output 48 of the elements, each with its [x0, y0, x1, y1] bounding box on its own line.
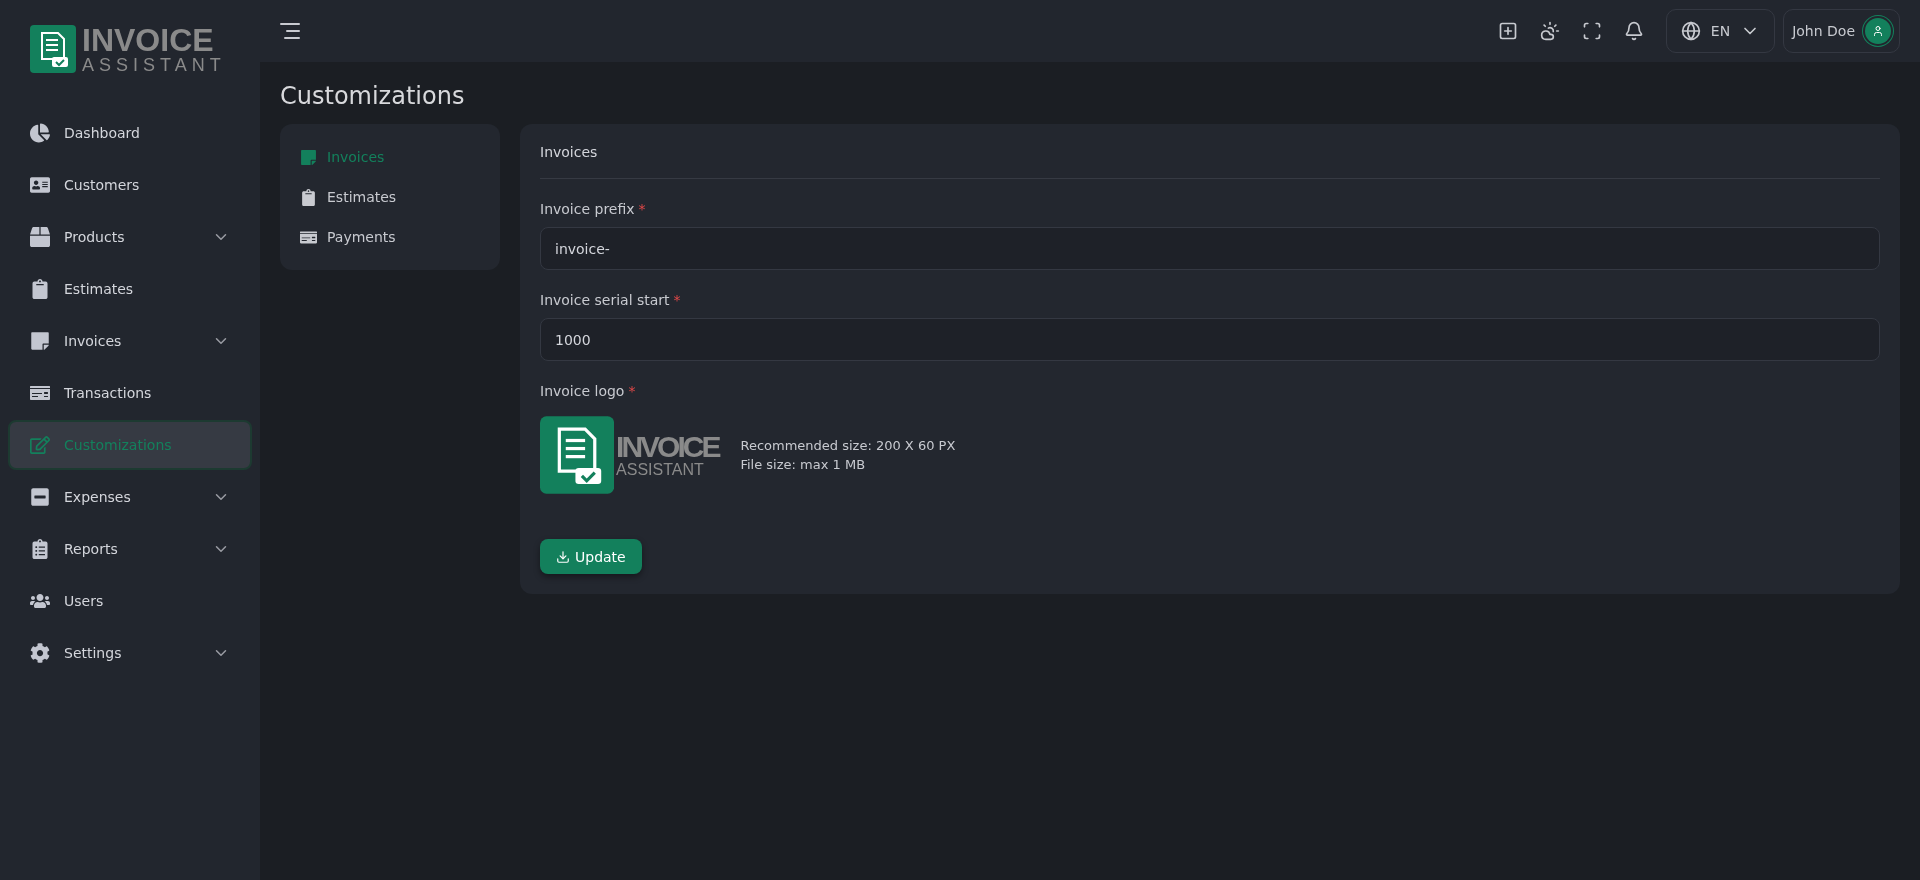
hint-text: Recommended size: 200 X 60 PX [740, 438, 956, 453]
edit-icon [30, 435, 50, 455]
sidebar-item[interactable]: Products [8, 212, 252, 262]
brand-name: INVOICE [82, 24, 215, 56]
sidebar-item[interactable]: Estimates [8, 264, 252, 314]
field-label: Invoice prefix * [540, 201, 647, 217]
sidebar-item[interactable]: Invoices [8, 316, 252, 366]
sidebar-item[interactable]: Reports [8, 524, 252, 574]
pie-chart-icon [30, 123, 50, 143]
hint-text: File size: max 1 MB [740, 457, 867, 472]
page-title: Customizations [280, 82, 466, 110]
cloud-sun-icon[interactable] [1539, 21, 1560, 41]
id-card-icon [30, 175, 50, 195]
logo-preview-text: INVOICE ASSISTANT [616, 430, 719, 480]
logo-icon [540, 416, 615, 494]
fullscreen-icon[interactable] [1581, 21, 1602, 41]
sidebar-item[interactable]: Dashboard [8, 108, 252, 158]
settings-icon [30, 643, 50, 663]
language-selector[interactable]: EN [1665, 9, 1776, 53]
plus-square-icon[interactable] [1497, 21, 1518, 41]
globe-icon [1680, 21, 1701, 41]
box-icon [30, 227, 50, 247]
clipboard-icon [300, 188, 317, 206]
user-menu[interactable]: John Doe [1783, 9, 1900, 53]
logo-icon [30, 25, 76, 73]
clipboard-icon [30, 279, 50, 299]
field-label: Invoice logo * [540, 383, 637, 399]
avatar [1865, 18, 1891, 44]
field-label: Invoice serial start * [540, 292, 682, 308]
input-field[interactable]: 1000 [540, 318, 1880, 361]
users-icon [30, 591, 50, 611]
brand-tagline: ASSISTANT [82, 56, 226, 74]
clipboard-chart-icon [30, 539, 50, 559]
submenu-item[interactable]: Payments [300, 222, 480, 252]
sidebar-item[interactable]: Customers [8, 160, 252, 210]
update-button[interactable]: Update [540, 539, 642, 574]
sidebar-item[interactable]: Expenses [8, 472, 252, 522]
sidebar-item[interactable]: Users [8, 576, 252, 626]
sticky-note-icon [30, 331, 50, 351]
sticky-note-icon [300, 148, 317, 166]
card-title: Invoices [540, 144, 1880, 179]
sidebar-item[interactable]: Settings [8, 628, 252, 678]
sidebar-item[interactable]: Transactions [8, 368, 252, 418]
input-field[interactable]: invoice- [540, 227, 1880, 270]
submenu-item[interactable]: Estimates [300, 182, 480, 212]
bell-icon[interactable] [1623, 21, 1644, 41]
download-icon [556, 549, 570, 564]
card-icon [30, 383, 50, 403]
